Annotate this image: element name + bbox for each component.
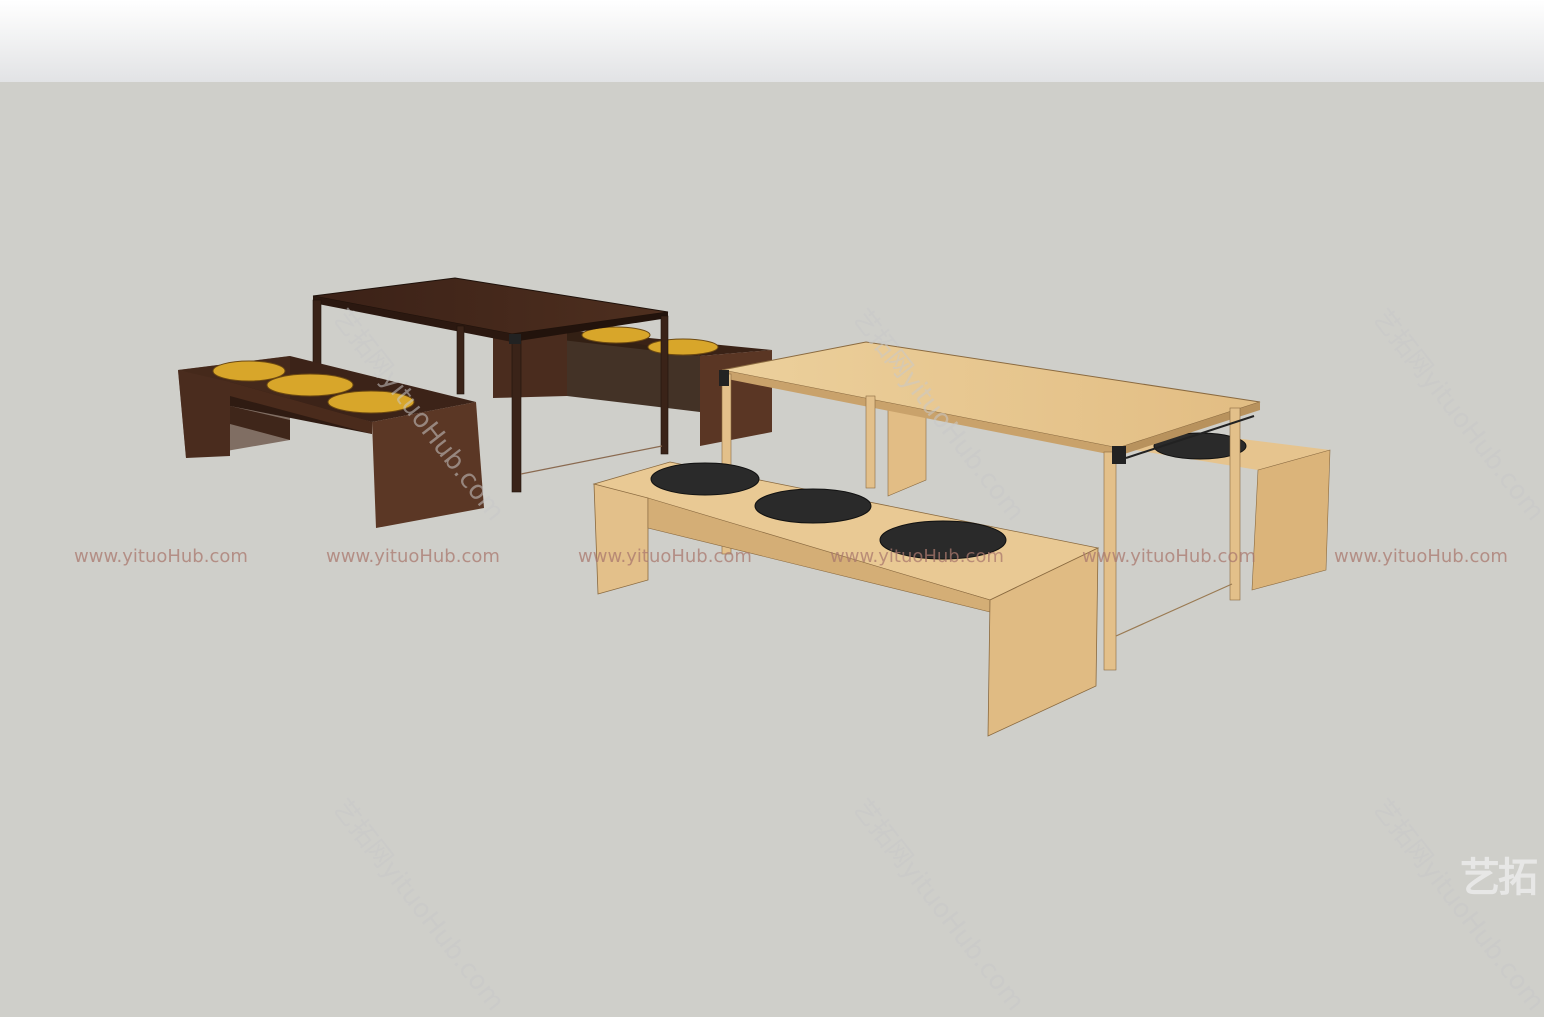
black-cushion [754,488,872,524]
watermark-text: www.yituoHub.com [830,546,1004,567]
watermark-text: www.yituoHub.com [326,546,500,567]
yellow-cushion [212,360,286,382]
watermark-text: www.yituoHub.com [1082,546,1256,567]
watermark-text: www.yituoHub.com [578,546,752,567]
yellow-cushion [266,373,354,397]
watermark-text: www.yituoHub.com [74,546,248,567]
watermark-text: www.yituoHub.com [1334,546,1508,567]
furniture-scene [178,277,1331,737]
yellow-cushion [647,338,719,356]
black-cushion [650,462,760,496]
watermark-logo: 艺拓 [1460,855,1538,901]
